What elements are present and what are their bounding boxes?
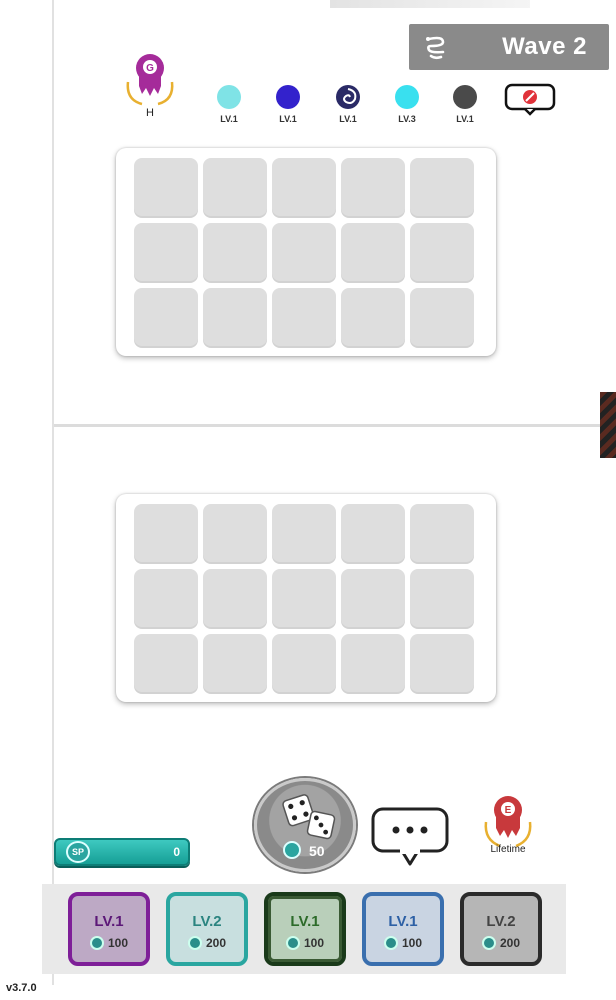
board-cell[interactable] (272, 504, 336, 564)
sp-coin-icon (481, 935, 496, 950)
deck-slot-4[interactable]: LV.1 100 (362, 892, 444, 966)
top-ghost-text (330, 0, 530, 8)
board-cell[interactable] (203, 504, 267, 564)
opponent-die-5-level: LV.1 (456, 114, 474, 124)
board-cell[interactable] (341, 504, 405, 564)
deck-slot-cost: 200 (187, 935, 227, 950)
sp-bar: SP 0 (54, 838, 190, 866)
deck-slot-5[interactable]: LV.2 200 (460, 892, 542, 966)
sp-coin-icon: SP (66, 841, 90, 863)
board-cell (341, 288, 405, 348)
board-cell[interactable] (341, 569, 405, 629)
deck-slot-cost-value: 200 (499, 935, 521, 950)
board-cell[interactable] (272, 569, 336, 629)
deck-slot-cost-value: 100 (401, 935, 423, 950)
board-cell (410, 288, 474, 348)
board-cell (134, 288, 198, 348)
board-cell[interactable] (410, 569, 474, 629)
deck-slot-3[interactable]: LV.1 100 (264, 892, 346, 966)
board-cell (410, 158, 474, 218)
svg-text:E: E (505, 805, 512, 816)
board-cell (272, 223, 336, 283)
board-divider (54, 424, 616, 427)
wave-label: Wave 2 (502, 33, 587, 60)
board-cell (203, 288, 267, 348)
emote-chat-icon[interactable] (370, 806, 450, 868)
deck-slot-level: LV.1 (388, 912, 418, 930)
roll-cost: 50 (309, 843, 325, 859)
sp-value: 0 (173, 845, 180, 859)
opponent-die-2-level: LV.1 (279, 114, 297, 124)
board-cell[interactable] (410, 504, 474, 564)
wave-snake-icon (426, 36, 445, 60)
deck-slot-cost: 100 (89, 935, 129, 950)
sp-coin-icon (383, 935, 398, 950)
board-cell[interactable] (272, 634, 336, 694)
sp-coin-icon (89, 935, 104, 950)
board-cell[interactable] (134, 634, 198, 694)
left-edge-line (52, 0, 54, 985)
board-cell (341, 223, 405, 283)
dice-deck: LV.1 100 LV.2 200 LV.1 100 LV.1 100 LV.2… (42, 884, 566, 974)
deck-slot-cost: 100 (383, 935, 423, 950)
deck-slot-1[interactable]: LV.1 100 (68, 892, 150, 966)
opponent-die-2 (276, 85, 300, 109)
deck-slot-level: LV.1 (94, 912, 124, 930)
roll-dice-button[interactable]: 50 (254, 778, 356, 872)
sp-coin-icon (283, 841, 301, 859)
board-cell[interactable] (410, 634, 474, 694)
board-cell (341, 158, 405, 218)
opponent-die-1-level: LV.1 (220, 114, 238, 124)
board-cell[interactable] (203, 634, 267, 694)
opponent-die-3-level: LV.1 (339, 114, 357, 124)
sp-coin-icon (187, 935, 202, 950)
board-cell[interactable] (134, 569, 198, 629)
deck-slot-cost: 100 (285, 935, 325, 950)
player-board (116, 494, 496, 702)
board-cell[interactable] (134, 504, 198, 564)
deck-slot-cost-value: 100 (303, 935, 325, 950)
board-cell (134, 158, 198, 218)
deck-slot-cost-value: 200 (205, 935, 227, 950)
board-cell (203, 223, 267, 283)
svg-text:G: G (146, 63, 154, 74)
opponent-player-label: H (146, 107, 154, 119)
board-cell (272, 158, 336, 218)
board-cell (134, 223, 198, 283)
deck-slot-cost-value: 100 (107, 935, 129, 950)
board-cell[interactable] (341, 634, 405, 694)
deck-slot-cost: 200 (481, 935, 521, 950)
swirl-die-icon (336, 85, 360, 109)
board-cell (410, 223, 474, 283)
board-cell[interactable] (203, 569, 267, 629)
emote-blocked-icon[interactable] (503, 82, 557, 116)
opponent-die-1 (217, 85, 241, 109)
board-cell (203, 158, 267, 218)
opponent-die-4-level: LV.3 (398, 114, 416, 124)
opponent-die-5 (453, 85, 477, 109)
board-cell (272, 288, 336, 348)
edge-marker (600, 392, 616, 458)
wave-banner: Wave 2 (409, 24, 609, 70)
deck-slot-level: LV.2 (192, 912, 222, 930)
sp-coin-icon (285, 935, 300, 950)
opponent-die-4 (395, 85, 419, 109)
player-label: Lifetime (490, 844, 526, 855)
deck-slot-level: LV.1 (290, 912, 320, 930)
deck-slot-2[interactable]: LV.2 200 (166, 892, 248, 966)
deck-slot-level: LV.2 (486, 912, 516, 930)
version-label: v3.7.0 (6, 982, 37, 994)
opponent-board (116, 148, 496, 356)
dice-icon (282, 794, 336, 840)
